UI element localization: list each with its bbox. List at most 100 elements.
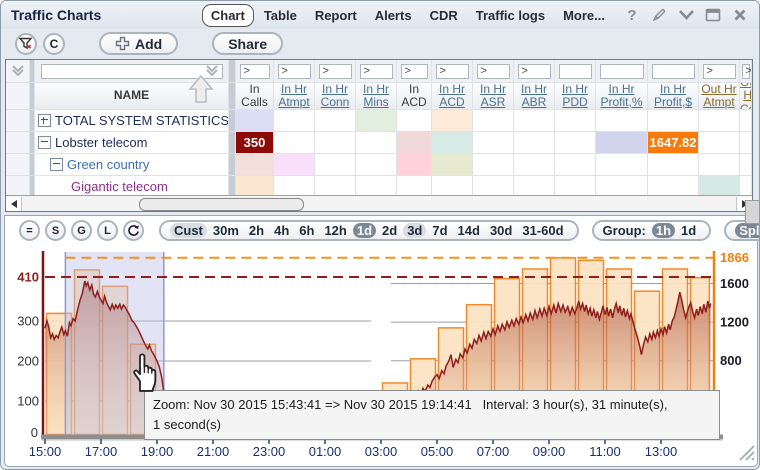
filter-cell-4: > [397,60,432,83]
table-row: TOTAL SYSTEM STATISTICS [6,110,752,132]
edit-icon[interactable] [650,6,668,24]
range-30m[interactable]: 30m [209,223,243,238]
column-header-inhr-atmpt[interactable]: In Hr Atmpt [274,83,315,110]
l-button[interactable]: L [97,220,118,241]
help-icon[interactable]: ? [623,6,641,24]
column-header-label: PDD [562,95,588,109]
column-header-inhr-abr[interactable]: In Hr ABR [514,83,555,110]
column-header-outhr-atmpt[interactable]: Out Hr Atmpt [699,83,740,110]
expander-column-header [6,83,30,110]
range-31-60d[interactable]: 31-60d [518,223,567,238]
range-2d[interactable]: 2d [378,223,401,238]
sort-ascending-arrow[interactable] [184,72,218,111]
row-name-cell[interactable]: Green country [35,154,229,176]
column-filter-input[interactable] [558,63,592,79]
share-button[interactable]: Share [212,32,284,55]
column-header-in-calls: In Calls [236,83,274,110]
expand-icon[interactable] [38,114,51,127]
tab-table[interactable]: Table [256,5,305,26]
filter-cell-9 [596,60,648,83]
range-14d[interactable]: 14d [454,223,484,238]
value-cell [596,154,648,176]
column-header-inhr-profit[interactable]: In Hr Profit,$ [648,83,699,110]
tab-cdr[interactable]: CDR [422,5,466,26]
value-cell [397,154,432,176]
value-cell [236,110,274,132]
column-filter-input[interactable]: > [239,63,270,79]
range-12h[interactable]: 12h [320,223,350,238]
table-row: Green country [6,154,752,176]
add-button[interactable]: Add [99,32,179,55]
value-cell [315,154,356,176]
column-header-inhr-profit[interactable]: In Hr Profit,% [596,83,648,110]
collapse-icon[interactable] [38,136,51,149]
group-by-group: Group: 1h 1d [591,220,712,241]
s-button[interactable]: S [45,220,66,241]
column-filter-input[interactable] [651,63,695,79]
filter-button[interactable] [15,32,37,55]
column-header-label: Out Hr [740,83,752,103]
range-7d[interactable]: 7d [428,223,451,238]
column-header-inhr-conn[interactable]: In Hr Conn [315,83,356,110]
range-30d[interactable]: 30d [486,223,516,238]
close-icon[interactable] [731,6,749,24]
scrollbar-thumb[interactable] [139,198,304,211]
group-1d[interactable]: 1d [677,223,700,238]
share-button-label: Share [228,35,268,52]
tab-chart[interactable]: Chart [201,3,254,27]
window-icon[interactable] [704,6,722,24]
row-name-cell[interactable]: TOTAL SYSTEM STATISTICS [35,110,229,132]
divider [229,132,236,154]
refresh-button[interactable] [123,220,144,241]
menu-button[interactable]: = [19,220,40,241]
column-header-inhr-mins[interactable]: In Hr Mins [356,83,397,110]
tab-alerts[interactable]: Alerts [367,5,420,26]
range-2h[interactable]: 2h [245,223,268,238]
range-4h[interactable]: 4h [270,223,293,238]
range-6h[interactable]: 6h [295,223,318,238]
filter-cell-12: > [740,60,752,83]
value-cell [555,110,596,132]
column-header-label: Atmpt [278,95,310,109]
collapse-all-icon[interactable] [6,60,30,83]
divider [229,83,236,110]
column-filter-input[interactable]: > [517,63,551,79]
row-name-label: Gigantic telecom [71,179,168,194]
value-cell [514,132,555,154]
column-header-label: Profit,$ [653,95,692,109]
column-filter-input[interactable]: > [359,63,393,79]
column-filter-input[interactable]: > [702,63,736,79]
column-filter-input[interactable]: > [277,63,311,79]
group-1h[interactable]: 1h [651,223,676,238]
tab-more-[interactable]: More... [555,5,613,26]
value-cell [274,110,315,132]
zoom-tooltip-line1: Zoom: Nov 30 2015 15:43:41 => Nov 30 201… [153,397,668,412]
column-filter-input[interactable]: > [435,63,469,79]
column-filter-input[interactable]: > [318,63,352,79]
column-header-outhr-conn[interactable]: Out HrConn [740,83,752,110]
value-cell [740,110,752,132]
tab-traffic-logs[interactable]: Traffic logs [468,5,553,26]
tab-report[interactable]: Report [307,5,365,26]
value-cell [356,132,397,154]
value-cell [740,154,752,176]
table-horizontal-scrollbar[interactable] [6,195,752,211]
g-button[interactable]: G [71,220,92,241]
column-filter-input[interactable] [599,63,644,79]
column-header-inhr-acd[interactable]: In Hr ACD [432,83,473,110]
collapse-icon[interactable] [50,158,63,171]
range-cust[interactable]: Cust [170,223,207,238]
chevron-down-icon[interactable] [677,6,695,24]
row-name-cell[interactable]: Lobster telecom [35,132,229,154]
split-label[interactable]: Split [735,223,759,238]
column-filter-input[interactable]: > [476,63,510,79]
range-3d[interactable]: 3d [403,223,427,238]
scroll-left-button[interactable] [6,196,22,211]
column-filter-input[interactable]: > [400,63,428,79]
clear-button[interactable]: C [43,32,65,55]
column-header-inhr-asr[interactable]: In Hr ASR [473,83,514,110]
column-filter-input[interactable]: > [741,63,751,79]
resize-grip[interactable] [736,442,756,467]
range-1d[interactable]: 1d [352,223,377,238]
column-header-inhr-pdd[interactable]: In Hr PDD [555,83,596,110]
